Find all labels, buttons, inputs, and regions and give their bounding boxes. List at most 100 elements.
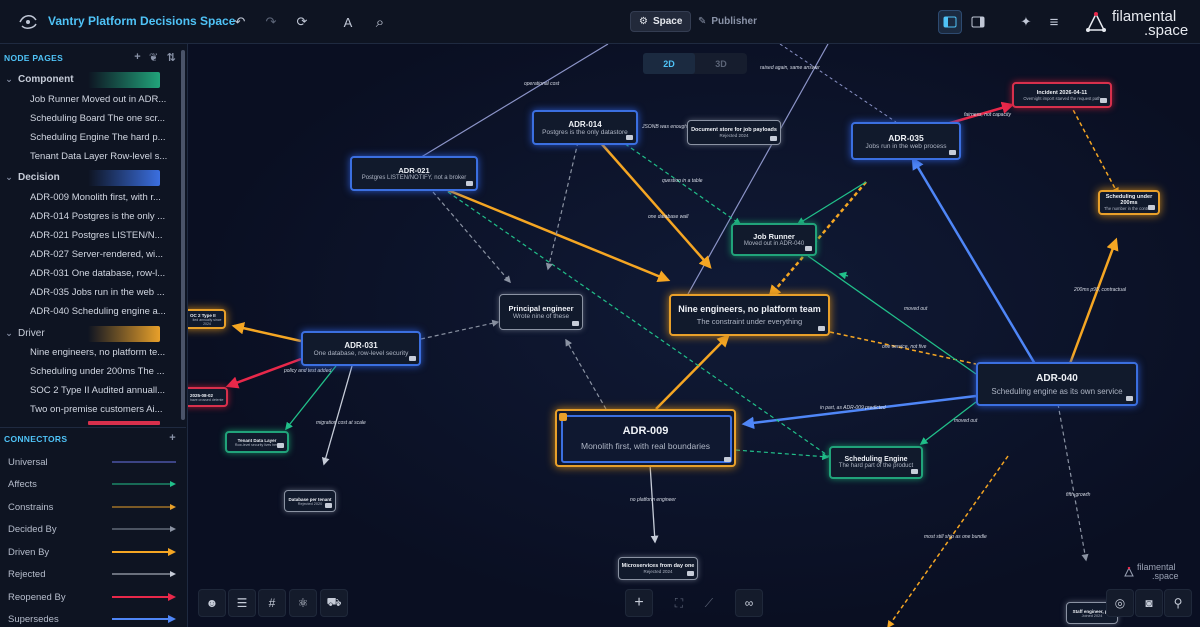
connector-universal[interactable]: Universal: [8, 452, 180, 472]
add-icon[interactable]: +: [134, 51, 141, 64]
pin-tool-icon[interactable]: ⚲: [1164, 589, 1192, 617]
connector-decided-by[interactable]: Decided By: [8, 519, 180, 539]
node-job-runner[interactable]: Job Runner Moved out in ADR-040: [731, 223, 817, 256]
left-panel-toggle-icon[interactable]: [938, 10, 962, 34]
sidebar-item[interactable]: ADR-027 Server-rendered, wi...: [30, 245, 172, 264]
connect-icon[interactable]: ⟋: [695, 589, 723, 617]
edge-decided-by[interactable]: [432, 191, 511, 284]
node-scheduling-engine[interactable]: Scheduling Engine The hard part of the pr…: [829, 446, 923, 479]
add-node-icon[interactable]: +: [625, 589, 653, 617]
node-adr-009[interactable]: ADR-009 Monolith first, with real boundar…: [555, 409, 736, 467]
node-two-on-premise[interactable]: 2025-08-02 have crossed detente: [188, 387, 228, 407]
group-driver[interactable]: ⌄ Driver: [0, 324, 180, 343]
view-3d-button[interactable]: 3D: [695, 53, 747, 74]
node-principal-engineer[interactable]: Principal engineer Wrote nine of these: [499, 294, 583, 330]
space-title[interactable]: Vantry Platform Decisions Space: [48, 14, 235, 28]
sidebar-scrollbar[interactable]: [181, 50, 185, 420]
edge-decided-by[interactable]: [1057, 403, 1089, 562]
alien-icon[interactable]: ☻: [198, 589, 226, 617]
node-incident[interactable]: Incident 2026-04-11 Overnight import star…: [1012, 82, 1112, 108]
edge-driven-by[interactable]: [432, 182, 671, 283]
tab-space[interactable]: ⚙ Space: [630, 11, 692, 32]
font-icon[interactable]: A: [336, 10, 360, 34]
sidebar-item[interactable]: ADR-035 Jobs run in the web ...: [30, 283, 172, 302]
sidebar-item[interactable]: ADR-021 Postgres LISTEN/N...: [30, 226, 172, 245]
car-icon[interactable]: ⛟: [320, 589, 348, 617]
atom-icon[interactable]: ⚛: [289, 589, 317, 617]
edge-driven-by[interactable]: [655, 334, 730, 410]
node-adr-014[interactable]: ADR-014 Postgres is the only datastore: [532, 110, 638, 145]
edge-constrains[interactable]: [1069, 103, 1119, 196]
connector-supersedes[interactable]: Supersedes: [8, 609, 180, 627]
view-mode-toggle[interactable]: 2D 3D: [643, 53, 747, 74]
node-soc2[interactable]: OC 2 Type II ited annually since 2024: [188, 309, 226, 329]
leaf-icon[interactable]: ❦: [149, 51, 159, 64]
node-microservices[interactable]: Microservices from day one Rejected 2024: [618, 557, 698, 580]
edge-affects[interactable]: [721, 448, 830, 461]
connector-reopened-by[interactable]: Reopened By: [8, 587, 180, 607]
grid-hash-icon[interactable]: #: [258, 589, 286, 617]
app-logo-icon[interactable]: [16, 12, 40, 32]
sidebar-item[interactable]: ADR-040 Scheduling engine a...: [30, 302, 172, 321]
edge-constrains[interactable]: [887, 455, 1009, 627]
link-icon[interactable]: ∞: [735, 589, 763, 617]
sparkle-icon[interactable]: ✦: [1014, 10, 1038, 34]
sidebar-item[interactable]: ADR-009 Monolith first, with r...: [30, 188, 172, 207]
edge-driven-by[interactable]: [231, 322, 302, 343]
search-icon[interactable]: ⌕: [368, 10, 392, 34]
refresh-icon[interactable]: ⟳: [290, 10, 314, 34]
add-icon[interactable]: +: [169, 432, 176, 444]
connector-driven-by[interactable]: Driven By: [8, 542, 180, 562]
sidebar-item[interactable]: Tenant Data Layer Row-level s...: [30, 147, 172, 166]
view-2d-button[interactable]: 2D: [643, 53, 695, 74]
sort-icon[interactable]: ⇅: [166, 51, 176, 64]
sidebar-item[interactable]: Scheduling under 200ms The ...: [30, 362, 172, 381]
edge-decided-by[interactable]: [420, 319, 500, 340]
edge-driven-by[interactable]: [599, 141, 712, 269]
connector-rejected[interactable]: Rejected: [8, 564, 180, 584]
connector-constrains[interactable]: Constrains: [8, 497, 180, 517]
tab-publisher[interactable]: ✎ Publisher: [690, 11, 765, 32]
edge-rejected[interactable]: [321, 365, 353, 466]
sidebar-item[interactable]: ADR-031 One database, row-l...: [30, 264, 172, 283]
edge-decided-by[interactable]: [545, 141, 579, 271]
camera-icon[interactable]: ◙: [1135, 589, 1163, 617]
edge-affects[interactable]: [838, 271, 849, 280]
node-document-store[interactable]: Document store for job payloads Rejected …: [687, 120, 781, 145]
group-component[interactable]: ⌄ Component: [0, 70, 180, 89]
right-panel-toggle-icon[interactable]: [966, 10, 990, 34]
align-icon[interactable]: ☰: [228, 589, 256, 617]
pin-icon[interactable]: [559, 413, 567, 421]
fingerprint-icon[interactable]: ◎: [1106, 589, 1134, 617]
sidebar-item[interactable]: Job Runner Moved out in ADR...: [30, 90, 172, 109]
sidebar-item[interactable]: SOC 2 Type II Audited annuall...: [30, 381, 172, 400]
sidebar-item[interactable]: ADR-014 Postgres is the only ...: [30, 207, 172, 226]
graph-canvas[interactable]: operational cost raised again, same answ…: [188, 44, 1200, 627]
group-decision[interactable]: ⌄ Decision: [0, 168, 180, 187]
redo-icon[interactable]: ↷: [259, 10, 283, 34]
edge-decided-by[interactable]: [565, 338, 607, 410]
edge-rejected[interactable]: [649, 463, 659, 544]
node-adr-021[interactable]: ADR-021 Postgres LISTEN/NOTIFY, not a bro…: [350, 156, 478, 191]
node-database-per-tenant[interactable]: Database per tenant Rejected 2020: [284, 490, 336, 512]
frame-icon[interactable]: ⛶: [665, 589, 693, 617]
node-nine-engineers[interactable]: Nine engineers, no platform team The cons…: [669, 294, 830, 336]
node-scheduling-200ms[interactable]: Scheduling under 200ms The number in the …: [1098, 190, 1160, 215]
edge-affects[interactable]: [807, 255, 977, 375]
node-tenant-data-layer[interactable]: Tenant Data Layer Row-level security live…: [225, 431, 289, 453]
sidebar-item[interactable]: Two on-premise customers Ai...: [30, 400, 172, 419]
node-adr-031[interactable]: ADR-031 One database, row-level security: [301, 331, 421, 366]
edge-supersedes[interactable]: [911, 156, 1040, 370]
sidebar-item[interactable]: Nine engineers, no platform te...: [30, 343, 172, 362]
node-adr-035[interactable]: ADR-035 Jobs run in the web process: [851, 122, 961, 160]
node-adr-040[interactable]: ADR-040 Scheduling engine as its own serv…: [976, 362, 1138, 406]
sidebar-item[interactable]: Scheduling Engine The hard p...: [30, 128, 172, 147]
edge-universal[interactable]: [687, 44, 829, 295]
undo-icon[interactable]: ↶: [228, 10, 252, 34]
edge-driven-by[interactable]: [1066, 237, 1119, 370]
menu-icon[interactable]: ≡: [1042, 10, 1066, 34]
sidebar-item[interactable]: Scheduling Board The one scr...: [30, 109, 172, 128]
edge-universal[interactable]: [779, 44, 897, 123]
connector-affects[interactable]: Affects: [8, 474, 180, 494]
edge-affects[interactable]: [796, 181, 867, 225]
